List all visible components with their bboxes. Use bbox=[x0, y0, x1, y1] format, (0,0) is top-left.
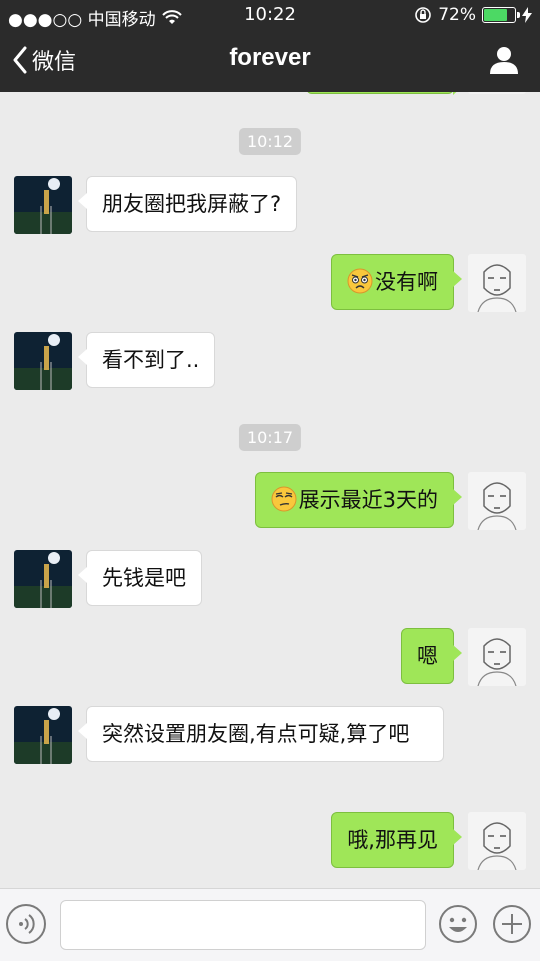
friend-avatar[interactable] bbox=[14, 706, 72, 764]
message-bubble-incoming[interactable]: 朋友圈把我屏蔽了? bbox=[77, 176, 298, 232]
message-bubble-incoming[interactable]: 突然设置朋友圈,有点可疑,算了吧 bbox=[78, 706, 444, 762]
chat-area[interactable]: 10:12 朋友圈把我屏蔽了? 没有啊 看不到了.. 10:17 展示最近3天的… bbox=[0, 92, 540, 888]
message-bubble-outgoing[interactable]: 没有啊 bbox=[331, 254, 462, 310]
previous-message-bubble[interactable] bbox=[306, 92, 462, 95]
emoji-icon[interactable] bbox=[438, 904, 478, 944]
message-input[interactable] bbox=[60, 900, 426, 950]
my-avatar[interactable] bbox=[468, 254, 526, 312]
friend-avatar[interactable] bbox=[14, 550, 72, 608]
voice-button[interactable] bbox=[6, 904, 46, 944]
my-avatar[interactable] bbox=[468, 472, 526, 530]
smirk-face-emoji bbox=[271, 486, 297, 512]
message-bubble-outgoing[interactable]: 嗯 bbox=[401, 628, 462, 684]
battery-percent: 72% bbox=[438, 5, 476, 25]
message-text: 没有啊 bbox=[375, 270, 438, 294]
angry-face-emoji bbox=[347, 268, 373, 294]
chat-title: forever bbox=[229, 44, 311, 71]
friend-avatar[interactable] bbox=[14, 332, 72, 390]
status-bar: ●●●○○ 中国移动 10:22 72% bbox=[0, 0, 540, 30]
my-avatar[interactable] bbox=[468, 812, 526, 870]
message-bubble-incoming[interactable]: 先钱是吧 bbox=[78, 550, 202, 606]
my-avatar[interactable] bbox=[468, 92, 526, 94]
charging-icon bbox=[522, 7, 532, 23]
message-text: 展示最近3天的 bbox=[298, 488, 438, 512]
battery-icon bbox=[482, 7, 520, 23]
my-avatar[interactable] bbox=[468, 628, 526, 686]
message-bubble-outgoing[interactable]: 哦,那再见 bbox=[331, 812, 462, 868]
profile-icon[interactable] bbox=[488, 44, 520, 76]
timestamp: 10:17 bbox=[238, 424, 302, 451]
voice-icon bbox=[19, 914, 35, 934]
friend-avatar[interactable] bbox=[14, 176, 72, 234]
input-bar bbox=[0, 888, 540, 961]
message-bubble-incoming[interactable]: 看不到了.. bbox=[77, 332, 216, 388]
rotation-lock-icon bbox=[415, 7, 432, 23]
timestamp: 10:12 bbox=[238, 128, 302, 155]
message-bubble-outgoing[interactable]: 展示最近3天的 bbox=[254, 472, 463, 528]
plus-icon[interactable] bbox=[492, 904, 532, 944]
nav-bar: 微信 forever bbox=[0, 30, 540, 92]
